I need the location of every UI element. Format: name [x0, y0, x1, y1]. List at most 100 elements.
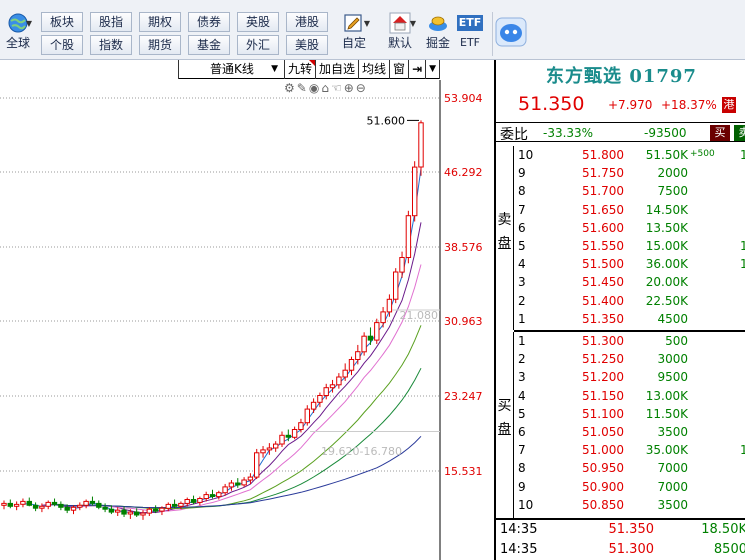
candle-body[interactable]: [342, 369, 348, 378]
candle-body[interactable]: [64, 506, 70, 511]
ask-level-row[interactable]: 5 51.550 15.00K 1: [514, 238, 745, 255]
candle-body[interactable]: [228, 482, 235, 488]
candle-body[interactable]: [285, 434, 292, 438]
candle-body[interactable]: [298, 422, 304, 431]
candle-body[interactable]: [412, 166, 418, 217]
candle-body[interactable]: [355, 351, 361, 361]
ask-level-row[interactable]: 2 51.400 22.50K: [514, 293, 745, 310]
candle-body[interactable]: [152, 508, 159, 512]
candle-body[interactable]: [178, 502, 184, 507]
assistant-button[interactable]: [494, 14, 528, 50]
candle-body[interactable]: [197, 498, 203, 503]
zoom-out-icon[interactable]: ⊖: [356, 81, 368, 95]
ask-level-row[interactable]: 8 51.700 7500: [514, 183, 745, 200]
candle-body[interactable]: [310, 401, 317, 410]
candle-body[interactable]: [184, 499, 190, 504]
candle-body[interactable]: [203, 494, 209, 500]
candle-body[interactable]: [121, 509, 127, 515]
ask-level-row[interactable]: 3 51.450 20.00K: [514, 274, 745, 291]
period-selector[interactable]: 普通K线 ▼: [178, 60, 284, 79]
add-watchlist-button[interactable]: 加自选: [315, 60, 358, 79]
candle-body[interactable]: [171, 503, 178, 507]
market-button-individual[interactable]: 个股: [41, 35, 83, 55]
custom-dropdown-arrow[interactable]: ▼: [362, 13, 372, 35]
candle-body[interactable]: [13, 503, 20, 507]
candle-body[interactable]: [165, 503, 172, 509]
market-button-forex[interactable]: 外汇: [237, 35, 279, 55]
candle-body[interactable]: [77, 504, 83, 508]
buy-button[interactable]: 买: [710, 125, 730, 141]
candle-body[interactable]: [254, 452, 260, 478]
candle-body[interactable]: [190, 499, 197, 503]
window-button[interactable]: 窗: [389, 60, 408, 79]
bid-level-row[interactable]: 9 50.900 7000: [514, 479, 745, 496]
candle-body[interactable]: [260, 449, 266, 454]
candle-body[interactable]: [291, 429, 298, 438]
candle-body[interactable]: [418, 122, 424, 168]
market-button-uk-stocks[interactable]: 英股: [237, 12, 279, 32]
candle-body[interactable]: [58, 503, 64, 508]
sell-button[interactable]: 卖: [734, 125, 745, 141]
ask-level-row[interactable]: 1 51.350 4500: [514, 311, 745, 328]
candle-body[interactable]: [1, 502, 7, 506]
candle-body[interactable]: [159, 507, 165, 512]
market-button-options[interactable]: 期权: [139, 12, 181, 32]
bid-level-row[interactable]: 4 51.150 13.00K: [514, 388, 745, 405]
candle-body[interactable]: [247, 476, 254, 481]
ma-line-button[interactable]: 均线: [358, 60, 389, 79]
kline-chart-area[interactable]: 53.904 46.292 38.576 30.963 23.247 15.531 51.6…: [0, 60, 494, 560]
kline-chart-svg[interactable]: 53.904 46.292 38.576 30.963 23.247 15.531 51.6…: [0, 60, 494, 560]
bid-level-row[interactable]: 1 51.300 500: [514, 333, 745, 350]
dig-gold-button[interactable]: 掘金: [422, 12, 454, 58]
bid-level-row[interactable]: 10 50.850 3500: [514, 497, 745, 514]
candle-body[interactable]: [304, 408, 311, 424]
candle-body[interactable]: [83, 500, 89, 506]
candle-body[interactable]: [216, 492, 222, 498]
etf-button[interactable]: ETF ETF: [454, 12, 486, 58]
candle-body[interactable]: [380, 311, 386, 324]
candle-body[interactable]: [323, 387, 329, 397]
candle-body[interactable]: [317, 395, 323, 403]
candle-body[interactable]: [96, 502, 102, 508]
ask-level-row[interactable]: 6 51.600 13.50K: [514, 220, 745, 237]
market-button-index[interactable]: 指数: [90, 35, 132, 55]
candle-body[interactable]: [336, 376, 342, 386]
candle-body[interactable]: [241, 479, 247, 486]
header-dropdown-icon[interactable]: ▼: [425, 60, 441, 79]
candle-body[interactable]: [348, 359, 355, 371]
candle-body[interactable]: [108, 508, 115, 513]
bid-level-row[interactable]: 3 51.200 9500: [514, 369, 745, 386]
candle-body[interactable]: [235, 482, 241, 486]
candle-body[interactable]: [279, 434, 285, 445]
bid-level-row[interactable]: 5 51.100 11.50K: [514, 406, 745, 423]
candle-body[interactable]: [102, 506, 108, 510]
candle-body[interactable]: [146, 508, 153, 514]
candle-body[interactable]: [222, 486, 228, 494]
candle-body[interactable]: [393, 271, 399, 300]
globe-dropdown-arrow[interactable]: ▼: [24, 13, 34, 35]
market-button-futures[interactable]: 期货: [139, 35, 181, 55]
bank-icon[interactable]: ⌂: [321, 81, 331, 95]
bid-level-row[interactable]: 6 51.050 3500: [514, 424, 745, 441]
market-button-us-stocks[interactable]: 美股: [286, 35, 328, 55]
candle-body[interactable]: [273, 443, 279, 449]
candle-body[interactable]: [39, 505, 45, 509]
market-button-sector[interactable]: 板块: [41, 12, 83, 32]
market-button-funds[interactable]: 基金: [188, 35, 230, 55]
candle-body[interactable]: [386, 298, 393, 313]
candle-body[interactable]: [127, 511, 134, 515]
candle-body[interactable]: [399, 257, 405, 273]
market-button-bonds[interactable]: 债券: [188, 12, 230, 32]
window-toggle-icon[interactable]: ⇥: [408, 60, 425, 79]
nine-turn-button[interactable]: 九转: [284, 60, 316, 79]
zoom-in-icon[interactable]: ⊕: [344, 81, 356, 95]
ask-level-row[interactable]: 9 51.750 2000: [514, 165, 745, 182]
eye-icon[interactable]: ◉: [309, 81, 321, 95]
ask-level-row[interactable]: 4 51.500 36.00K 1: [514, 256, 745, 273]
candle-body[interactable]: [51, 501, 58, 505]
candle-body[interactable]: [361, 335, 367, 353]
candle-body[interactable]: [115, 509, 121, 513]
candle-body[interactable]: [89, 500, 96, 504]
bid-level-row[interactable]: 8 50.950 7000: [514, 460, 745, 477]
candle-body[interactable]: [140, 512, 146, 516]
